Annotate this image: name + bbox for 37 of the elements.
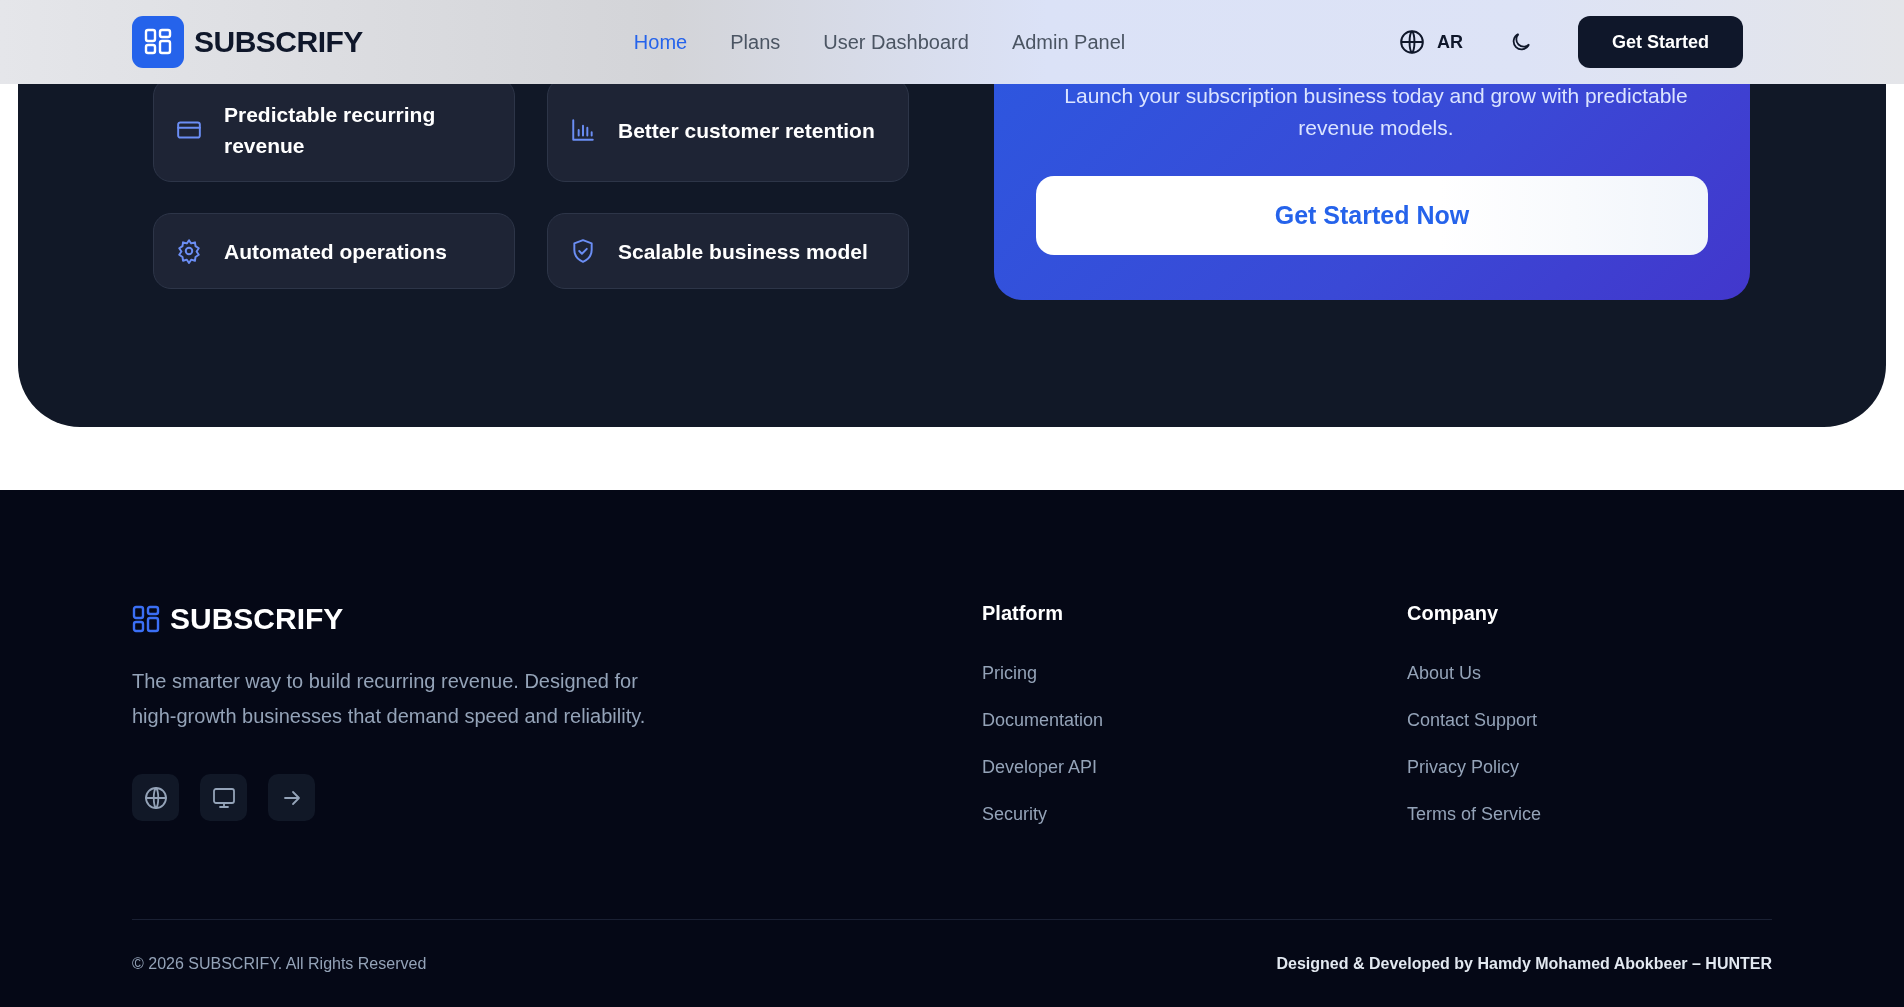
feature-label: Scalable business model: [618, 238, 868, 265]
footer-link[interactable]: Privacy Policy: [1407, 757, 1832, 778]
footer-link[interactable]: Terms of Service: [1407, 804, 1832, 825]
brand-name[interactable]: SUBSCRIFY: [194, 25, 363, 59]
get-started-now-button[interactable]: Get Started Now: [1036, 176, 1708, 255]
feature-label: Automated operations: [224, 238, 447, 265]
footer-link[interactable]: Documentation: [982, 710, 1407, 731]
gear-icon: [176, 238, 202, 264]
arrow-button[interactable]: [268, 774, 315, 821]
footer-link[interactable]: Developer API: [982, 757, 1407, 778]
shield-check-icon: [570, 238, 596, 264]
get-started-button[interactable]: Get Started: [1578, 16, 1743, 68]
nav-link[interactable]: Plans: [730, 30, 781, 54]
bar-chart-icon: [570, 117, 596, 143]
monitor-button[interactable]: [200, 774, 247, 821]
feature-label: Predictable recurring revenue: [224, 102, 437, 159]
copyright-text: © 2026 SUBSCRIFY. All Rights Reserved: [132, 954, 427, 973]
logo-icon: [132, 605, 160, 633]
footer-link[interactable]: Security: [982, 804, 1407, 825]
feature-label: Better customer retention: [618, 117, 875, 144]
footer-description: The smarter way to build recurring revenue. Designed for high-growth businesses that demand speed and reliability.: [132, 669, 647, 729]
language-button[interactable]: AR: [1399, 29, 1463, 55]
globe-icon: [1399, 29, 1425, 55]
monitor-icon: [211, 785, 236, 810]
logo-icon: [132, 16, 184, 68]
column-heading: Company: [1407, 602, 1500, 625]
cta-text: Launch your subscription business today and grow with predictable revenue models.: [1063, 83, 1689, 141]
column-heading: Platform: [982, 602, 1065, 625]
credit-text: Designed & Developed by Hamdy Mohamed Abokbeer – HUNTER: [1276, 954, 1772, 973]
globe-icon: [143, 785, 168, 810]
footer-link[interactable]: Pricing: [982, 663, 1407, 684]
nav-link[interactable]: Admin Panel: [1011, 30, 1126, 54]
footer-link[interactable]: About Us: [1407, 663, 1832, 684]
globe-button[interactable]: [132, 774, 179, 821]
nav-link[interactable]: User Dashboard: [823, 30, 969, 54]
brand-name: SUBSCRIFY: [170, 602, 344, 636]
footer-link[interactable]: Contact Support: [1407, 710, 1832, 731]
